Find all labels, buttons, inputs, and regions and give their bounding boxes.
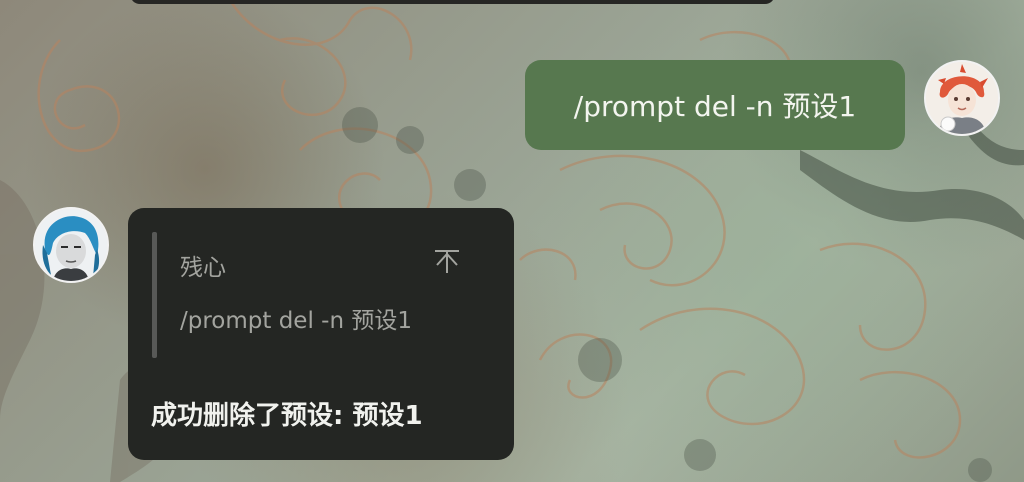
bot-avatar-image	[35, 209, 107, 281]
arrow-up-icon[interactable]	[432, 246, 462, 276]
bot-avatar[interactable]	[33, 207, 109, 283]
user-avatar[interactable]	[924, 60, 1000, 136]
incoming-message-bubble[interactable]: 残心 /prompt del -n 预设1 成功删除了预设: 预设1	[128, 208, 514, 460]
reply-message-text: 成功删除了预设: 预设1	[151, 401, 423, 431]
quoted-message-author: 残心	[180, 255, 226, 281]
user-avatar-image	[926, 62, 998, 134]
outgoing-message-text: /prompt del -n 预设1	[573, 90, 857, 123]
quoted-message-text: /prompt del -n 预设1	[180, 308, 412, 334]
previous-message-bubble-edge	[130, 0, 775, 4]
quote-bar	[152, 232, 157, 358]
outgoing-message-bubble[interactable]: /prompt del -n 预设1	[525, 60, 905, 150]
